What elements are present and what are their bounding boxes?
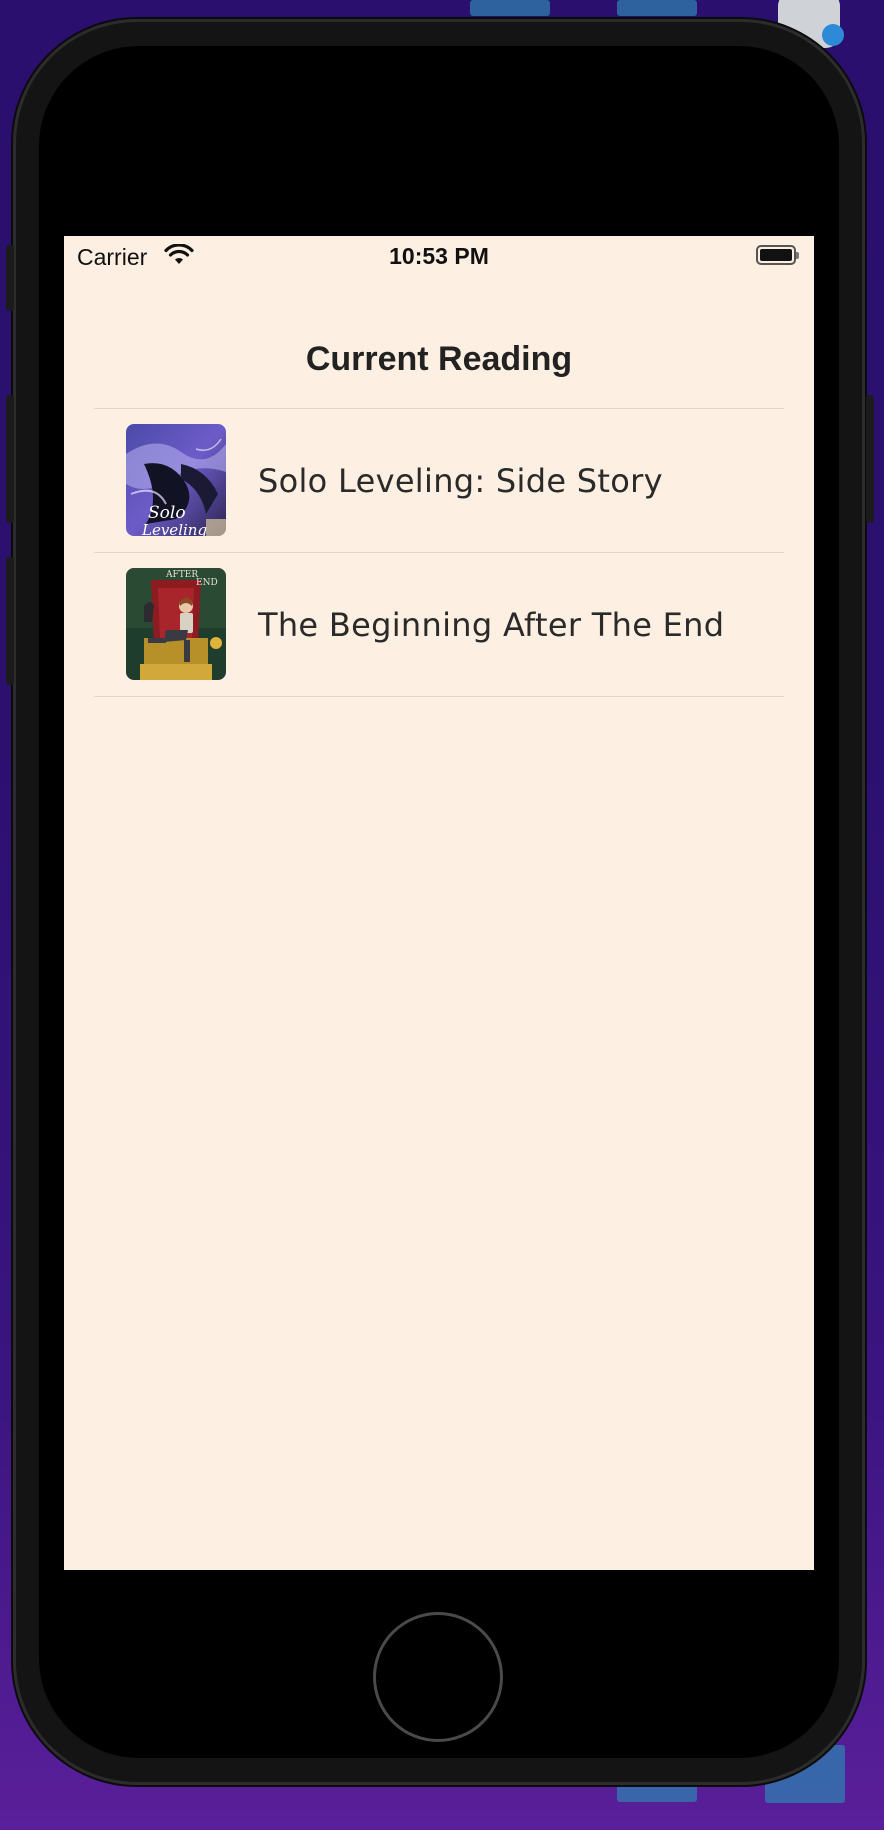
volume-up-button [6,395,14,523]
book-title: The Beginning After The End [258,606,725,644]
mute-switch [6,245,14,311]
cover-text: END [196,578,218,588]
background-tile [617,0,697,16]
book-cover-image: AFTER END [126,568,226,680]
book-title: Solo Leveling: Side Story [258,462,663,500]
status-time: 10:53 PM [389,243,489,269]
book-cover-image: Solo Leveling [126,424,226,536]
cover-text: Solo [148,503,186,523]
cover-text: Leveling [141,521,207,536]
background-tile [470,0,550,16]
battery-icon [756,245,799,265]
cover-text: AFTER [165,570,198,580]
home-button[interactable] [373,1612,503,1742]
reading-list: Solo Leveling Solo Leveling: Side Story [94,408,784,697]
status-bar: Carrier 10:53 PM [64,236,814,276]
app-screen: Carrier 10:53 PM Current Reading Solo Le… [64,236,814,1570]
page-title: Current Reading [305,340,573,378]
list-item[interactable]: Solo Leveling Solo Leveling: Side Story [94,409,784,553]
list-item[interactable]: AFTER END The Beginning After The End [94,553,784,697]
volume-down-button [6,557,14,685]
power-button [866,395,874,523]
